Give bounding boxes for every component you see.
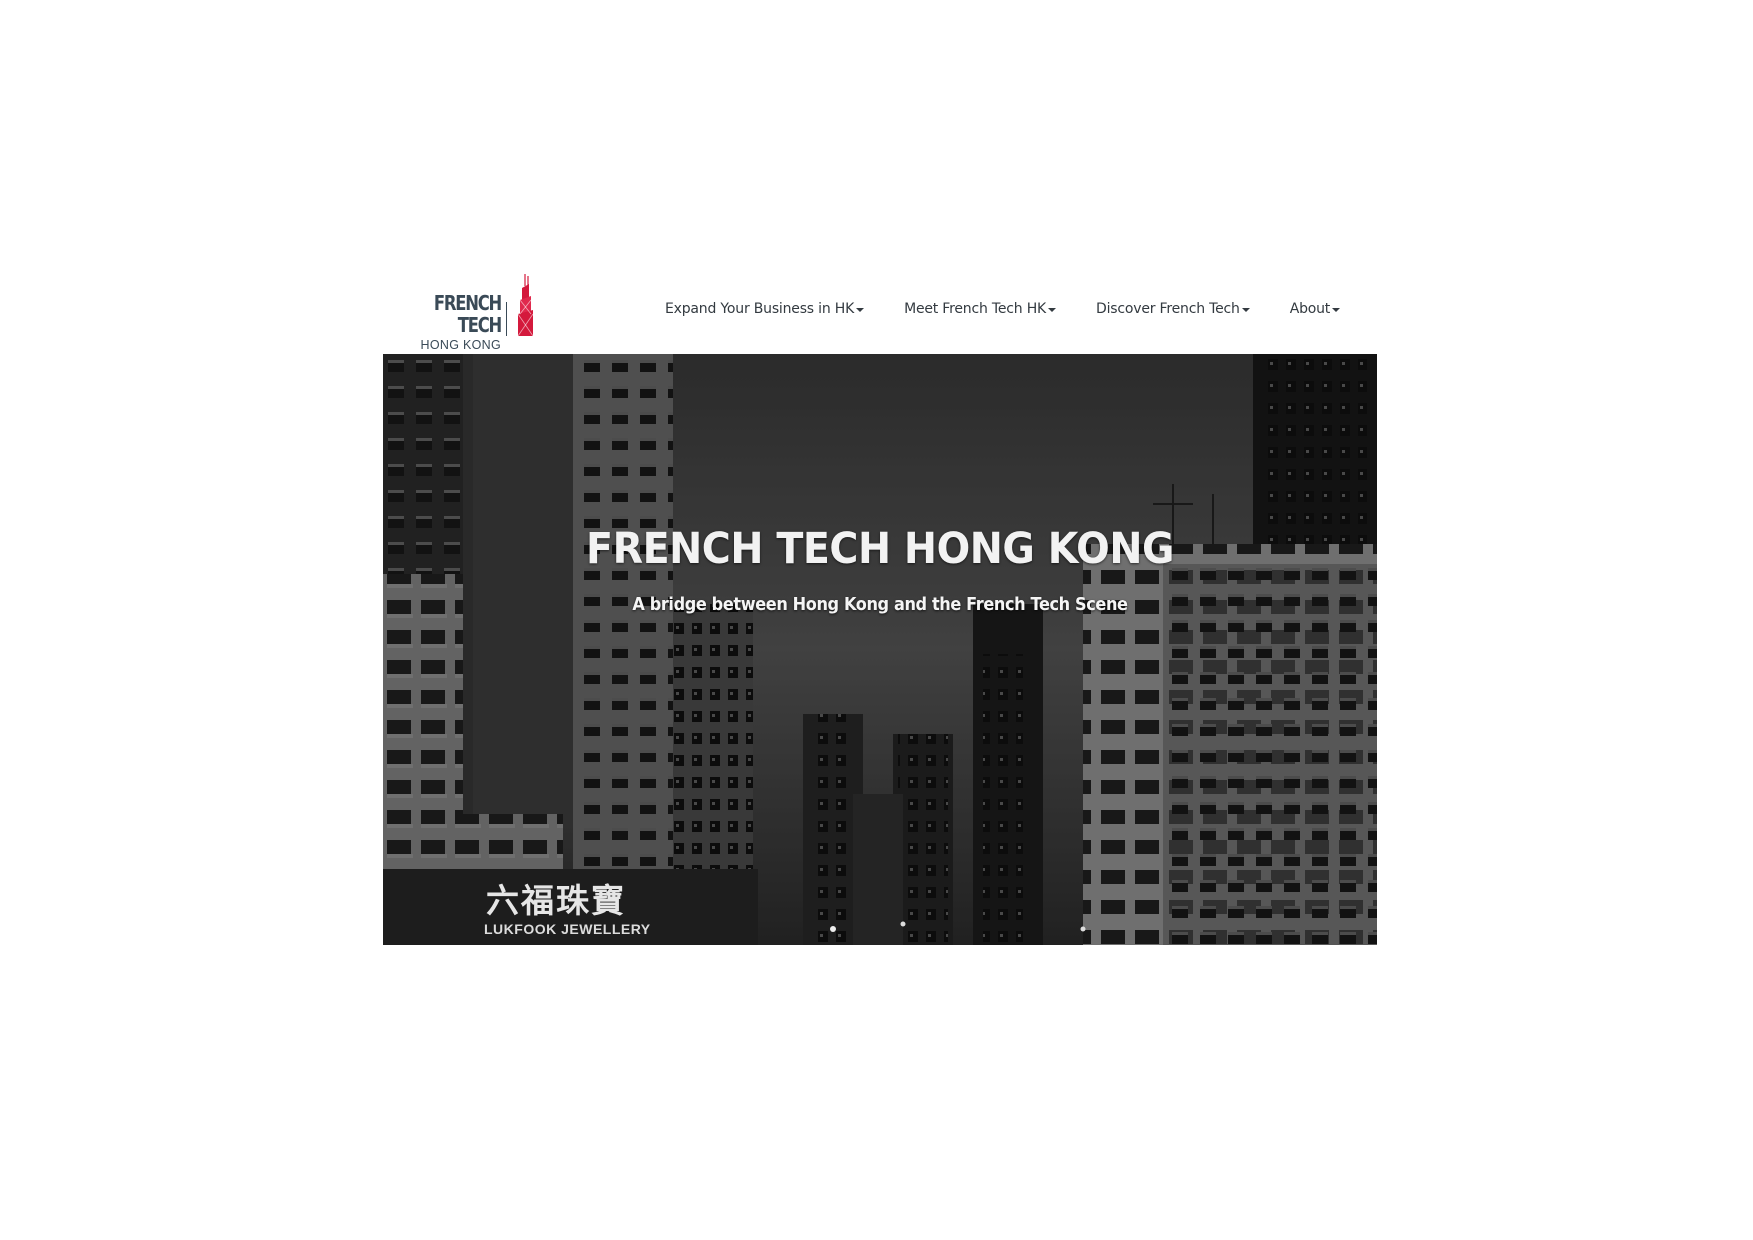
shop-sign-english: LUKFOOK JEWELLERY: [484, 921, 651, 937]
caret-down-icon: [1332, 308, 1341, 312]
caret-down-icon: [1048, 308, 1057, 312]
site-header: FRENCH TECH HONG KONG Expand Your Busine…: [383, 270, 1377, 354]
logo-divider: [506, 302, 507, 336]
shop-sign-chinese: 六福珠寶: [486, 881, 626, 920]
hong-kong-street-photo: [383, 354, 1377, 945]
hero-title: FRENCH TECH HONG KONG: [586, 524, 1174, 574]
nav-label: About: [1289, 301, 1331, 317]
hero-banner: 六福珠寶 LUKFOOK JEWELLERY FRENCH TECH HONG …: [383, 354, 1377, 945]
nav-meet-french-tech[interactable]: Meet French Tech HK: [904, 301, 1057, 317]
nav-about[interactable]: About: [1289, 301, 1341, 317]
nav-discover-french-tech[interactable]: Discover French Tech: [1096, 301, 1250, 317]
nav-expand-business[interactable]: Expand Your Business in HK: [665, 301, 865, 317]
nav-label: Discover French Tech: [1096, 301, 1240, 317]
french-tech-hk-logo[interactable]: FRENCH TECH HONG KONG: [405, 274, 555, 352]
nav-label: Expand Your Business in HK: [665, 301, 855, 317]
caret-down-icon: [856, 308, 865, 312]
caret-down-icon: [1241, 308, 1250, 312]
logo-wordmark: FRENCH TECH HONG KONG: [405, 291, 503, 353]
hero-subtitle: A bridge between Hong Kong and the Frenc…: [632, 595, 1128, 615]
site-container: FRENCH TECH HONG KONG Expand Your Busine…: [383, 270, 1377, 945]
logo-sub-text: HONG KONG: [420, 338, 501, 352]
bank-of-china-tower-icon: [517, 274, 534, 337]
logo-main-text: FRENCH TECH: [433, 291, 502, 337]
nav-label: Meet French Tech HK: [904, 301, 1047, 317]
main-navigation: Expand Your Business in HK Meet French T…: [665, 301, 1341, 317]
